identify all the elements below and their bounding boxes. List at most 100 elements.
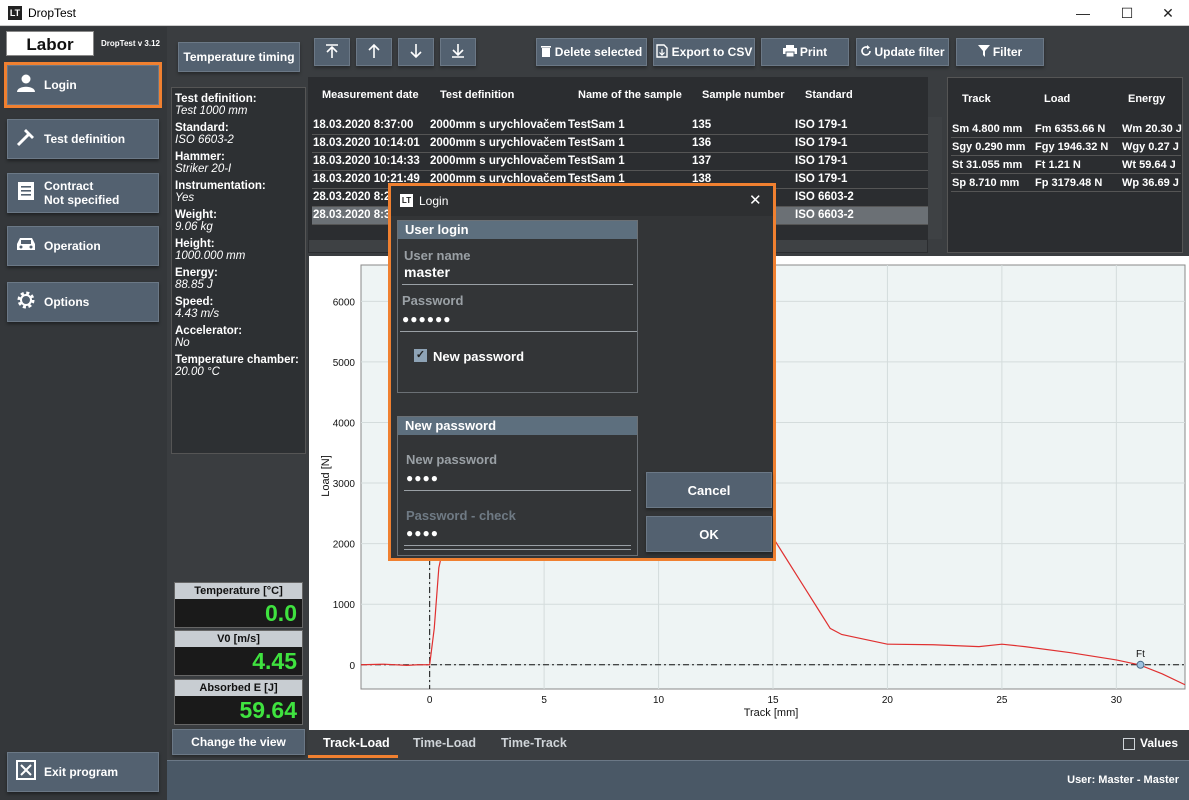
move-up-button[interactable] <box>356 38 392 66</box>
info-key: Instrumentation: <box>175 180 266 192</box>
exit-program-button[interactable]: Exit program <box>7 752 159 792</box>
x-tick-label: 0 <box>427 695 433 706</box>
results-row: Sgy 0.290 mm Fgy 1946.32 N Wgy 0.27 J <box>951 138 1181 156</box>
info-value: 9.06 kg <box>175 221 213 233</box>
result-track: Sp 8.710 mm <box>952 177 1020 189</box>
dialog-title-bar: LT Login ✕ <box>391 186 773 216</box>
cell-date: 28.03.2020 8:3 <box>313 209 391 221</box>
values-checkbox[interactable] <box>1123 738 1135 750</box>
labortech-logo: Labor Tech <box>6 31 94 79</box>
filter-label: Filter <box>992 45 1023 59</box>
column-header[interactable]: Sample number <box>702 89 785 101</box>
update-filter-button[interactable]: Update filter <box>856 38 949 66</box>
result-energy: Wm 20.30 J <box>1122 123 1182 135</box>
cancel-button[interactable]: Cancel <box>646 472 772 508</box>
meter-label: V0 [m/s] <box>175 631 302 647</box>
y-tick-label: 1000 <box>333 600 356 611</box>
x-tick-label: 5 <box>541 695 547 706</box>
meter-value: 0.0 <box>265 600 297 626</box>
cell-sample-number: 135 <box>692 119 712 131</box>
y-tick-label: 5000 <box>333 358 356 369</box>
document-list-icon <box>8 181 44 206</box>
tab-track-load[interactable]: Track-Load <box>323 736 390 750</box>
test-definition-button[interactable]: Test definition <box>7 119 159 159</box>
update-filter-label: Update filter <box>874 45 945 59</box>
table-row[interactable]: 18.03.2020 10:14:33 2000mm s urychlovače… <box>312 153 928 171</box>
x-tick-label: 15 <box>767 695 779 706</box>
print-button[interactable]: Print <box>761 38 849 66</box>
table-vertical-scrollbar[interactable] <box>928 117 942 239</box>
ft-marker <box>1136 660 1145 669</box>
dialog-close-icon[interactable]: ✕ <box>749 191 762 209</box>
result-load: Fm 6353.66 N <box>1035 123 1106 135</box>
login-dialog: LT Login ✕ User login User name master P… <box>388 183 776 561</box>
tab-time-track[interactable]: Time-Track <box>501 736 567 750</box>
login-button[interactable]: Login <box>4 62 162 108</box>
results-row: Sm 4.800 mm Fm 6353.66 N Wm 20.30 J <box>951 120 1182 138</box>
password-label: Password <box>402 293 464 308</box>
minimize-button[interactable]: — <box>1063 3 1103 23</box>
trash-icon <box>540 45 551 60</box>
info-value: Striker 20-I <box>175 163 232 175</box>
contract-button[interactable]: Contract Not specified <box>7 173 159 213</box>
export-csv-button[interactable]: Export to CSV <box>653 38 755 66</box>
result-track: Sgy 0.290 mm <box>952 141 1026 153</box>
change-view-button[interactable]: Change the view <box>172 729 305 755</box>
cell-date: 18.03.2020 8:37:00 <box>313 119 414 131</box>
column-header[interactable]: Name of the sample <box>578 89 682 101</box>
password-underline <box>400 331 637 332</box>
export-icon <box>655 43 668 61</box>
new-password-group: New password New password ●●●● Password … <box>397 416 638 556</box>
maximize-button[interactable]: ☐ <box>1107 3 1147 23</box>
car-icon <box>8 236 44 257</box>
new-password-input[interactable]: ●●●● <box>406 471 439 485</box>
move-down-button[interactable] <box>398 38 434 66</box>
ok-button[interactable]: OK <box>646 516 772 552</box>
user-name-input[interactable]: master <box>404 264 450 280</box>
user-name-underline <box>402 284 633 285</box>
info-value: 1000.000 mm <box>175 250 246 262</box>
delete-selected-button[interactable]: Delete selected <box>536 38 647 66</box>
info-value: Yes <box>175 192 195 204</box>
info-key: Test definition: <box>175 93 257 105</box>
user-login-group: User login User name master Password ●●●… <box>397 220 638 393</box>
table-row[interactable]: 18.03.2020 8:37:00 2000mm s urychlovačem… <box>312 117 928 135</box>
tab-time-load[interactable]: Time-Load <box>413 736 476 750</box>
result-load: Fp 3179.48 N <box>1035 177 1103 189</box>
table-row[interactable]: 18.03.2020 10:14:01 2000mm s urychlovače… <box>312 135 928 153</box>
sidebar: Labor Tech DropTest v 3.12 Login Test de… <box>0 27 167 800</box>
cell-standard: ISO 179-1 <box>795 155 848 167</box>
results-panel: Track Load Energy Sm 4.800 mm Fm 6353.66… <box>947 77 1183 253</box>
y-tick-label: 3000 <box>333 479 356 490</box>
move-bottom-button[interactable] <box>440 38 476 66</box>
new-password-checkbox-label: New password <box>433 349 525 364</box>
filter-button[interactable]: Filter <box>956 38 1044 66</box>
password-check-input[interactable]: ●●●● <box>406 526 439 540</box>
cell-date: 18.03.2020 10:14:01 <box>313 137 420 149</box>
contract-label: Contract <box>44 179 94 193</box>
cell-standard: ISO 179-1 <box>795 119 848 131</box>
dialog-title: Login <box>419 194 449 208</box>
exit-icon <box>8 759 44 785</box>
x-tick-label: 20 <box>882 695 894 706</box>
result-energy: Wgy 0.27 J <box>1122 141 1179 153</box>
test-definition-label: Test definition <box>44 132 126 146</box>
temperature-timing-button[interactable]: Temperature timing <box>178 42 300 72</box>
new-password-checkbox[interactable]: ✓ <box>414 349 427 362</box>
info-value: 88.85 J <box>175 279 213 291</box>
close-window-button[interactable]: ✕ <box>1148 3 1188 23</box>
options-button[interactable]: Options <box>7 282 159 322</box>
move-top-button[interactable] <box>314 38 350 66</box>
column-header[interactable]: Test definition <box>440 89 514 101</box>
info-key: Height: <box>175 238 215 250</box>
column-header[interactable]: Measurement date <box>322 89 419 101</box>
cell-sample-name: TestSam 1 <box>568 155 625 167</box>
info-value: No <box>175 337 190 349</box>
absorbed-energy-meter: Absorbed E [J] 59.64 <box>174 679 303 725</box>
operation-button[interactable]: Operation <box>7 226 159 266</box>
column-header[interactable]: Standard <box>805 89 853 101</box>
password-check-underline-2 <box>404 549 631 550</box>
password-input[interactable]: ●●●●●● <box>402 312 452 326</box>
export-csv-label: Export to CSV <box>671 45 753 59</box>
cell-standard: ISO 6603-2 <box>795 209 854 221</box>
